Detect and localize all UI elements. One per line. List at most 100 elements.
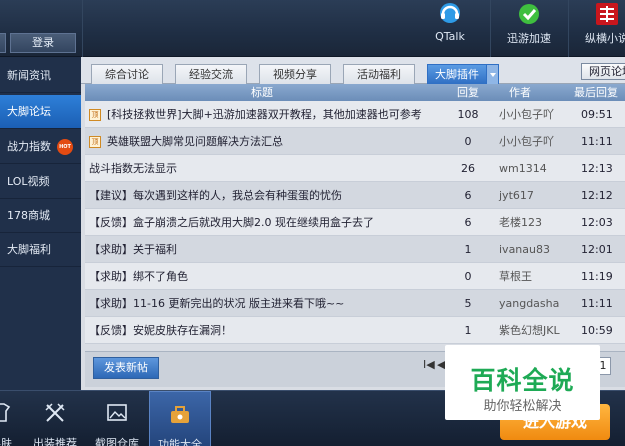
tool-screenshots[interactable]: 截图仓库	[86, 391, 148, 446]
tab-general[interactable]: 综合讨论	[91, 64, 163, 84]
table-row[interactable]: 战斗指数无法显示 26 wm1314 12:13	[85, 155, 625, 182]
app-zongheng-label: 纵横小说	[585, 32, 625, 45]
tab-plugin[interactable]: 大脚插件	[427, 64, 499, 84]
sidebar-item-welfare[interactable]: 大脚福利	[0, 233, 81, 267]
post-title[interactable]: 【建议】每次遇到这样的人，我总会有种蛋蛋的忧伤	[89, 182, 342, 209]
post-title[interactable]: 【反馈】安妮皮肤存在漏洞！	[89, 317, 232, 344]
table-row[interactable]: 【求助】11-16 更新完出的状况 版主进来看下哦~~ 5 yangdasha …	[85, 290, 625, 317]
post-author[interactable]: 紫色幻想JKL	[499, 317, 560, 344]
post-time: 11:11	[581, 135, 613, 148]
post-author[interactable]: jyt617	[499, 182, 534, 209]
post-author[interactable]: 小小包子吖	[499, 101, 554, 128]
chevron-down-icon[interactable]	[486, 65, 498, 84]
sidebar-item-shop[interactable]: 178商城	[0, 199, 81, 233]
column-author: 作者	[509, 86, 531, 99]
tab-events[interactable]: 活动福利	[343, 64, 415, 84]
post-author[interactable]: yangdasha	[499, 290, 559, 317]
tab-video[interactable]: 视频分享	[259, 64, 331, 84]
sidebar-item-lol-video[interactable]: LOL视频	[0, 165, 81, 199]
web-forum-button[interactable]: 网页论坛	[581, 63, 625, 80]
post-time: 12:03	[581, 216, 613, 229]
zongheng-icon	[596, 3, 618, 25]
table-row[interactable]: 【求助】关于福利 1 ivanau83 12:01	[85, 236, 625, 263]
post-replies: 1	[464, 324, 472, 337]
hot-badge: HOT	[57, 139, 73, 155]
sidebar-item-forum[interactable]: 大脚论坛	[0, 95, 81, 129]
post-title[interactable]: 【求助】11-16 更新完出的状况 版主进来看下哦~~	[89, 290, 344, 317]
post-author[interactable]: 草根王	[499, 263, 532, 290]
app-qtalk[interactable]: QTalk	[415, 0, 485, 57]
post-time: 12:13	[581, 162, 613, 175]
sidebar: 新闻资讯 大脚论坛 战力指数 HOT LOL视频 178商城 大脚福利	[0, 57, 81, 390]
picture-icon	[107, 404, 127, 421]
post-title[interactable]: 英雄联盟大脚常见问题解决方法汇总	[107, 135, 283, 148]
sidebar-item-label: 大脚福利	[7, 243, 51, 256]
app-xunyou[interactable]: 迅游加速	[494, 0, 564, 57]
table-row[interactable]: 【反馈】安妮皮肤存在漏洞！ 1 紫色幻想JKL 10:59	[85, 317, 625, 344]
post-replies: 1	[464, 243, 472, 256]
post-title[interactable]: 【反馈】盒子崩溃之后就改用大脚2.0 现在继续用盒子去了	[89, 209, 374, 236]
skin-icon	[0, 403, 11, 422]
table-row[interactable]: 顶英雄联盟大脚常见问题解决方法汇总 0 小小包子吖 11:11	[85, 128, 625, 155]
sidebar-item-news[interactable]: 新闻资讯	[0, 59, 81, 93]
post-author[interactable]: 老楼123	[499, 209, 542, 236]
sidebar-item-label: LOL视频	[7, 175, 50, 188]
post-title[interactable]: 【求助】关于福利	[89, 236, 177, 263]
post-replies: 6	[464, 216, 472, 229]
app-zongheng[interactable]: 纵横小说	[572, 0, 625, 57]
table-row[interactable]: 【求助】绑不了角色 0 草根王 11:19	[85, 263, 625, 290]
post-time: 12:12	[581, 189, 613, 202]
post-time: 12:01	[581, 243, 613, 256]
table-row[interactable]: 【建议】每次遇到这样的人，我总会有种蛋蛋的忧伤 6 jyt617 12:12	[85, 182, 625, 209]
post-replies: 6	[464, 189, 472, 202]
column-title: 标题	[251, 86, 273, 99]
post-author[interactable]: 小小包子吖	[499, 128, 554, 155]
watermark-subtitle: 助你轻松解决	[483, 399, 562, 414]
sidebar-item-label: 新闻资讯	[7, 69, 51, 82]
post-author[interactable]: wm1314	[499, 155, 547, 182]
tool-all-features[interactable]: 功能大全	[149, 391, 211, 446]
first-page-icon[interactable]: I◀	[423, 358, 435, 371]
table-header: 标题 回复 作者 最后回复	[85, 84, 625, 101]
app-xunyou-label: 迅游加速	[507, 32, 551, 45]
top-bar: 登录 QTalk 迅游加速 纵横小说	[0, 0, 625, 57]
xunyou-icon	[519, 4, 539, 24]
crossed-swords-icon	[45, 403, 65, 422]
sidebar-item-label: 178商城	[7, 209, 50, 222]
tab-plugin-label: 大脚插件	[435, 68, 479, 81]
toolbox-icon	[171, 406, 189, 423]
new-post-button[interactable]: 发表新帖	[93, 357, 159, 379]
post-title[interactable]: [科技拯救世界]大脚+迅游加速器双开教程，其他加速器也可参考	[107, 108, 422, 121]
top-divider	[82, 0, 83, 57]
qtalk-icon	[440, 3, 460, 23]
table-row[interactable]: 【反馈】盒子崩溃之后就改用大脚2.0 现在继续用盒子去了 6 老楼123 12:…	[85, 209, 625, 236]
forum-tab-bar: 综合讨论 经验交流 视频分享 活动福利 大脚插件 网页论坛	[81, 57, 625, 84]
post-time: 11:11	[581, 297, 613, 310]
top-divider	[490, 0, 491, 57]
post-time: 09:51	[581, 108, 613, 121]
post-replies: 26	[461, 162, 475, 175]
post-replies: 108	[457, 108, 479, 121]
watermark-title: 百科全说	[470, 366, 575, 395]
top-divider	[568, 0, 569, 57]
pinned-icon: 顶	[89, 136, 101, 148]
sidebar-item-label: 战力指数	[7, 140, 51, 153]
pinned-icon: 顶	[89, 109, 101, 121]
login-button[interactable]: 登录	[10, 33, 76, 53]
forum-panel: 综合讨论 经验交流 视频分享 活动福利 大脚插件 网页论坛 标题 回复 作者 最…	[81, 57, 625, 390]
post-title[interactable]: 战斗指数无法显示	[89, 155, 177, 182]
post-replies: 0	[464, 270, 472, 283]
post-author[interactable]: ivanau83	[499, 236, 550, 263]
post-time: 10:59	[581, 324, 613, 337]
table-row[interactable]: 顶 [科技拯救世界]大脚+迅游加速器双开教程，其他加速器也可参考 108 小小包子…	[85, 101, 625, 128]
column-last-reply: 最后回复	[574, 86, 618, 99]
login-left-button[interactable]	[0, 33, 6, 53]
post-title[interactable]: 【求助】绑不了角色	[89, 263, 188, 290]
watermark: 百科全说 助你轻松解决	[445, 345, 600, 420]
tool-label: 功能大全	[158, 438, 202, 446]
post-replies: 0	[464, 135, 472, 148]
sidebar-item-power-index[interactable]: 战力指数 HOT	[0, 130, 81, 164]
column-replies: 回复	[457, 86, 479, 99]
app-qtalk-label: QTalk	[435, 30, 465, 43]
tab-experience[interactable]: 经验交流	[175, 64, 247, 84]
